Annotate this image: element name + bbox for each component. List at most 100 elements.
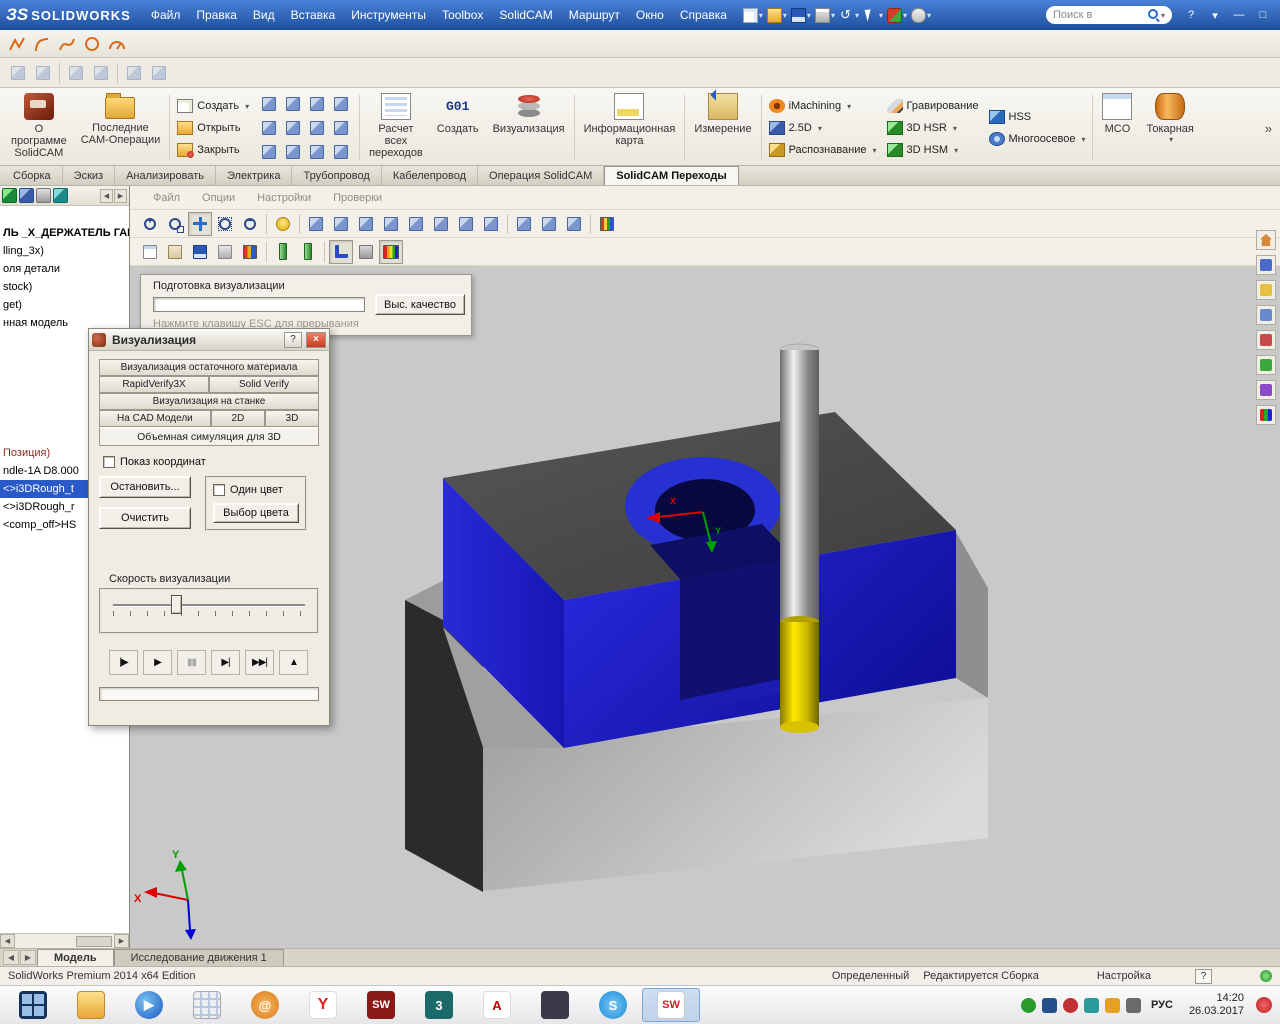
show-fixture-button[interactable]: [537, 212, 561, 236]
menu-Окно[interactable]: Окно: [628, 6, 672, 24]
selection-filter-icon[interactable]: [122, 61, 146, 85]
clock[interactable]: 14:20 26.03.2017: [1183, 992, 1250, 1018]
select-pointer-button[interactable]: ▾: [861, 7, 885, 24]
save-image-button[interactable]: [188, 240, 212, 264]
color-mode-button[interactable]: [595, 212, 619, 236]
tech-hsr-button[interactable]: 3D HSR ▾: [886, 118, 979, 138]
menu-Маршрут[interactable]: Маршрут: [561, 6, 628, 24]
tech-multiaxis-button[interactable]: Многоосевое ▾: [988, 129, 1085, 149]
choose-color-button[interactable]: Выбор цвета: [213, 503, 299, 523]
tab-3D[interactable]: 3D: [264, 410, 319, 427]
sketch-arc-icon[interactable]: [31, 33, 53, 55]
tab-scroll-right-button[interactable]: ▶: [20, 950, 36, 965]
slider-thumb[interactable]: [170, 595, 182, 614]
view-back-button[interactable]: [329, 212, 353, 236]
material-colors-button[interactable]: [379, 239, 403, 264]
tab-Трубопровод[interactable]: Трубопровод: [292, 166, 382, 185]
tree-horizontal-scrollbar[interactable]: ◀ ▶: [0, 933, 129, 948]
tab-Визуализация остаточного материала[interactable]: Визуализация остаточного материала: [99, 359, 319, 376]
tab-RapidVerify3X[interactable]: RapidVerify3X: [99, 376, 209, 393]
media-player-taskbar-button[interactable]: ▶: [120, 988, 178, 1022]
solidworks-taskbar-button[interactable]: SW: [352, 988, 410, 1022]
cam-copy-button[interactable]: [306, 117, 328, 139]
about-solidcam-button[interactable]: О программе SolidCAM: [4, 91, 74, 165]
cam-machine-button[interactable]: [282, 141, 304, 163]
model-info-button[interactable]: [1256, 255, 1276, 275]
component-filter-icon[interactable]: [64, 61, 88, 85]
measure-view-button[interactable]: [354, 240, 378, 264]
tool-holder-button[interactable]: [271, 240, 295, 264]
tree-scroll-left-button[interactable]: ◀: [100, 188, 113, 203]
assembly-filter-icon[interactable]: [6, 61, 30, 85]
vpn-icon[interactable]: [1041, 997, 1057, 1013]
maximize-button[interactable]: □: [1252, 6, 1274, 24]
start-taskbar-button[interactable]: [4, 988, 62, 1022]
cam-part-new-button[interactable]: [258, 93, 280, 115]
scroll-right-icon[interactable]: ▶: [114, 934, 129, 948]
machine-setup-icon[interactable]: [36, 188, 51, 203]
new-document-button[interactable]: ▾: [741, 7, 765, 24]
play-slow-button[interactable]: |▶: [109, 650, 138, 675]
antivirus-shield-icon[interactable]: [1020, 997, 1036, 1013]
notification-icon[interactable]: [1062, 997, 1078, 1013]
tab-Анализировать[interactable]: Анализировать: [115, 166, 216, 185]
menu-Toolbox[interactable]: Toolbox: [434, 6, 491, 24]
g01-generate-button[interactable]: G01 Создать: [430, 91, 486, 165]
tree-scroll-right-button[interactable]: ▶: [114, 188, 127, 203]
show-target-button[interactable]: [512, 212, 536, 236]
scroll-left-icon[interactable]: ◀: [0, 934, 15, 948]
play-button[interactable]: ▶: [143, 650, 172, 675]
tech-mill25d-button[interactable]: 2.5D ▾: [768, 118, 877, 138]
scrollbar-thumb[interactable]: [76, 935, 112, 947]
cam-settings-button[interactable]: [306, 141, 328, 163]
zoom-window-button[interactable]: [163, 212, 187, 236]
info-card-button[interactable]: Информационная карта: [577, 91, 683, 165]
appearance-filter-icon[interactable]: [147, 61, 171, 85]
tab-Электрика[interactable]: Электрика: [216, 166, 293, 185]
tab-scroll-left-button[interactable]: ◀: [3, 950, 19, 965]
menu-Вставка[interactable]: Вставка: [283, 6, 344, 24]
calculate-all-operations-button[interactable]: Расчет всех переходов: [362, 91, 430, 165]
cam-part-lock-button[interactable]: [330, 93, 352, 115]
view-bottom-button[interactable]: [429, 212, 453, 236]
menu-Файл[interactable]: Файл: [143, 6, 189, 24]
tree-item[interactable]: get): [0, 296, 129, 314]
open-document-button[interactable]: ▾: [765, 7, 789, 24]
cam-doc-button[interactable]: [258, 117, 280, 139]
cam-export-button[interactable]: [330, 117, 352, 139]
dialog-close-button[interactable]: ×: [306, 331, 326, 348]
menu-Инструменты[interactable]: Инструменты: [343, 6, 434, 24]
volume-icon[interactable]: [1125, 997, 1141, 1013]
cam-new-button[interactable]: Создать ▾: [177, 96, 249, 116]
save-button[interactable]: ▾: [789, 7, 813, 24]
view-rotate-button[interactable]: [479, 212, 503, 236]
pause-button[interactable]: ▮▮: [177, 650, 206, 675]
tree-item[interactable]: lling_3x): [0, 242, 129, 260]
3ds-max-taskbar-button[interactable]: 3: [410, 988, 468, 1022]
expand-button[interactable]: ▾: [1204, 6, 1226, 24]
menu-Вид[interactable]: Вид: [245, 6, 283, 24]
dialog-help-button[interactable]: ?: [284, 331, 302, 348]
zoom-out-button[interactable]: [238, 212, 262, 236]
menu-SolidCAM[interactable]: SolidCAM: [491, 6, 560, 24]
stop-button[interactable]: Остановить...: [99, 476, 191, 498]
language-indicator[interactable]: РУС: [1147, 999, 1177, 1011]
tool-display-button[interactable]: [296, 240, 320, 264]
sim-menu-Опции[interactable]: Опции: [191, 192, 246, 204]
show-stock-button[interactable]: [562, 212, 586, 236]
yandex-browser-taskbar-button[interactable]: Y: [294, 988, 352, 1022]
acrobat-reader-taskbar-button[interactable]: A: [468, 988, 526, 1022]
ribbon-overflow-button[interactable]: »: [1259, 121, 1278, 136]
sketch-spline-icon[interactable]: [56, 33, 78, 55]
minimize-button[interactable]: —: [1228, 6, 1250, 24]
tab-Solid Verify[interactable]: Solid Verify: [209, 376, 319, 393]
cam-close-button[interactable]: Закрыть: [177, 140, 249, 160]
generic-app-taskbar-button[interactable]: [526, 988, 584, 1022]
show-coordinates-checkbox[interactable]: Показ координат: [103, 456, 319, 468]
turning-button[interactable]: Токарная ▾: [1139, 91, 1200, 165]
tree-item[interactable]: stock): [0, 278, 129, 296]
cloud-sync-icon[interactable]: [1083, 997, 1099, 1013]
print-button[interactable]: ▾: [813, 7, 837, 24]
clipboard-button[interactable]: [163, 240, 187, 264]
tech-hss-button[interactable]: HSS: [988, 107, 1086, 127]
